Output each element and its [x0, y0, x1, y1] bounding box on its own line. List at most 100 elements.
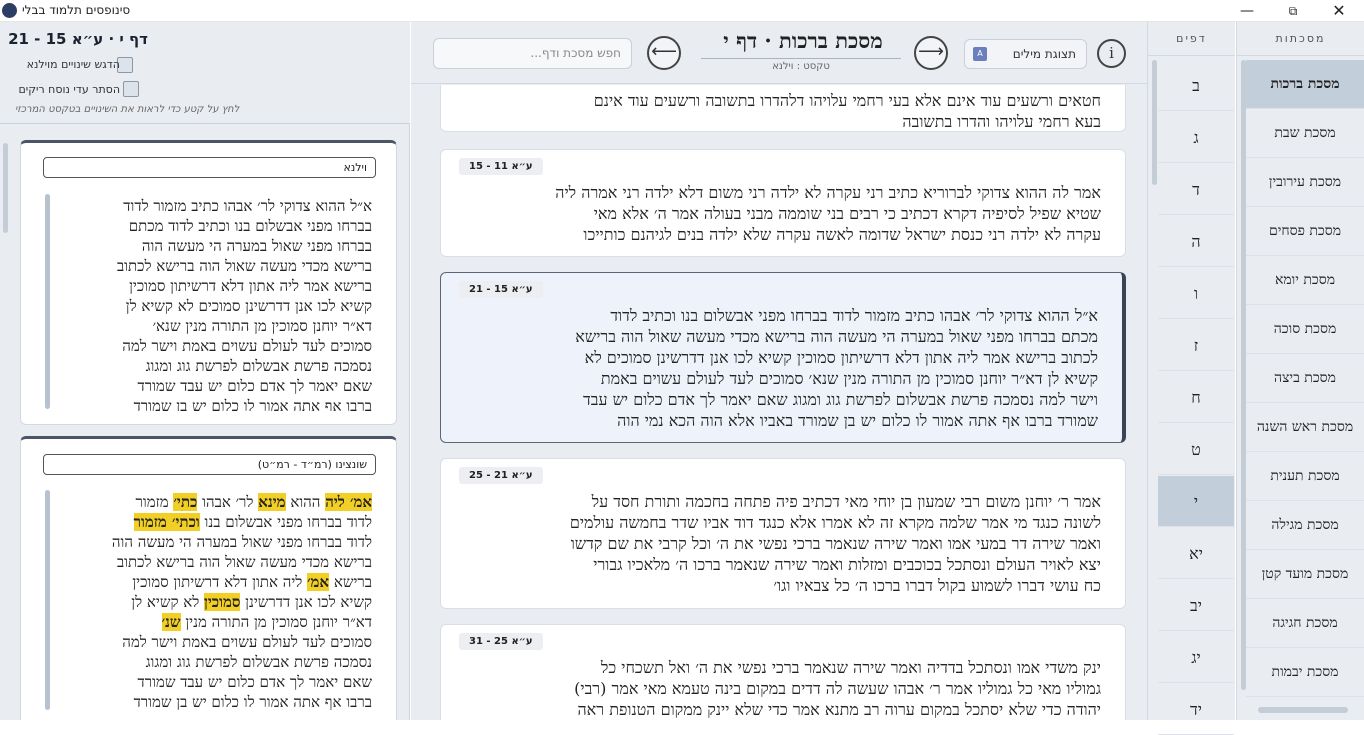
- segment-line: וישר למה נסמכה פרשת אבשלום לפרשת גוג ומג…: [583, 390, 1098, 409]
- tractate-item[interactable]: מסכת יומא: [1246, 256, 1364, 305]
- version-line: קשיא לכו אנן דדרשינן סמוכין לא קשיא לן: [37, 592, 372, 612]
- tractate-item[interactable]: מסכת סוכה: [1246, 305, 1364, 354]
- tractate-item[interactable]: מסכת חגיגה: [1246, 599, 1364, 648]
- tractate-item[interactable]: מסכת עירובין: [1246, 158, 1364, 207]
- next-page-button[interactable]: ⟶: [914, 36, 948, 70]
- text-segment[interactable]: ע״א 21 - 25 אמר ר׳ יוחנן משום רבי שמעון …: [440, 458, 1126, 609]
- changed-word: שנ׳: [161, 613, 181, 631]
- segment-line: חטאים ורשעים עוד אינם אלא בעי רחמי עלויה…: [593, 91, 1101, 110]
- segment-line: עקרה לא ילדה רני כנסת ישראל שדומה לאשה ע…: [583, 225, 1101, 244]
- tractate-item[interactable]: מסכת מועד קטן: [1246, 550, 1364, 599]
- search-input[interactable]: חפש מסכת ודף...: [433, 38, 632, 69]
- version-line: נסמכה פרשת אבשלום לפרשת גוג ומגוג: [145, 357, 372, 375]
- text-source-label: טקסט : וילנא: [701, 58, 901, 72]
- text-run: ברישא מכדי מעשה שאול הוה ברישא לכתוב: [116, 553, 372, 571]
- text-run: נסמכה פרשת אבשלום לפרשת גוג ומגוג: [145, 653, 372, 671]
- page-item[interactable]: ט: [1158, 424, 1234, 475]
- segment-line: בעא רחמי עלויהו והדרו בתשובה: [902, 112, 1101, 131]
- page-item[interactable]: יא: [1158, 528, 1234, 579]
- tractate-item[interactable]: מסכת ראש השנה: [1246, 403, 1364, 452]
- version-line: בברחו מפני שאול במערה הי מעשה הוה: [141, 237, 372, 255]
- prev-page-button[interactable]: ⟵: [647, 36, 681, 70]
- word-view-icon: A: [973, 47, 987, 61]
- versions-scrollbar[interactable]: [3, 143, 8, 233]
- version-label: וילנא: [43, 157, 376, 178]
- horizontal-scrollbar[interactable]: [1258, 707, 1348, 713]
- pages-scrollbar[interactable]: [1152, 60, 1157, 185]
- segment-badge: ע״א 25 - 31: [459, 633, 543, 650]
- segment-line: ואמר שירה דר במעי אמו ואמר שירה שנאמר בר…: [570, 534, 1101, 553]
- versions-list[interactable]: וילנא א״ל ההוא צדוקי לר׳ אבהו כתיב מזמור…: [0, 125, 410, 720]
- segment-line: א״ל ההוא צדוקי לר׳ אבהו כתיב מזמור לדוד …: [610, 306, 1098, 325]
- page-item[interactable]: ג: [1158, 112, 1234, 163]
- changed-word: סמוכין: [204, 593, 241, 611]
- segment-line: ינק משדי אמו ונסתכל בדדיה ואמר שירה שנאמ…: [600, 658, 1101, 677]
- text-segment[interactable]: חטאים ורשעים עוד אינם אלא בעי רחמי עלויה…: [440, 85, 1126, 132]
- segment-text: אמר לה ההוא צדוקי לברוריא כתיב רני עקרה …: [457, 182, 1101, 245]
- version-line: אמ׳ ליה ההוא מינא לר׳ אבהו כתי׳ מזמור: [37, 492, 372, 512]
- page-item-selected[interactable]: י: [1158, 476, 1234, 527]
- pages-panel: דפים ב ג ד ה ו ז ח ט י יא יב יג יד: [1147, 22, 1235, 735]
- instruction-hint: לחץ על קטע כדי לראות את השינויים בטקסט ה…: [15, 104, 240, 115]
- version-line: ברבו אף אתה אמור לו כלום יש בן שמורד: [133, 397, 372, 411]
- page-item[interactable]: יג: [1158, 632, 1234, 683]
- version-line: דא״ר יוחנן סמוכין מן התורה מנין שנ׳: [37, 612, 372, 632]
- segment-text: ינק משדי אמו ונסתכל בדדיה ואמר שירה שנאמ…: [457, 657, 1101, 720]
- tractate-item[interactable]: מסכת ביצה: [1246, 354, 1364, 403]
- tractates-header: מסכתות: [1237, 22, 1364, 56]
- close-button[interactable]: ✕: [1316, 0, 1362, 22]
- version-card-vilna[interactable]: וילנא א״ל ההוא צדוקי לר׳ אבהו כתיב מזמור…: [20, 140, 397, 425]
- word-view-button[interactable]: תצוגת מילים A: [964, 39, 1087, 69]
- versions-header: דף י · ע״א 15 - 21 הדגש שינויים מוילנא ה…: [0, 22, 410, 124]
- version-text: אמ׳ ליה ההוא מינא לר׳ אבהו כתי׳ מזמור לדו…: [37, 492, 372, 720]
- segment-badge: ע״א 11 - 15: [459, 158, 543, 175]
- text-run: ברבו אף אתה אמור לו כלום יש בן שמורד: [133, 693, 372, 711]
- page-item[interactable]: ד: [1158, 164, 1234, 215]
- app-title: סינופסים תלמוד בבלי: [22, 3, 131, 17]
- version-line: קשיא לכו אנן דדרשינן סמוכים לא קשיא לן: [125, 297, 372, 315]
- version-line: א״ל ההוא צדוקי לר׳ אבהו כתיב מזמור לדוד: [123, 197, 372, 215]
- page-item[interactable]: יב: [1158, 580, 1234, 631]
- segment-reference-title: דף י · ע״א 15 - 21: [8, 30, 148, 48]
- text-segment[interactable]: ע״א 25 - 31 ינק משדי אמו ונסתכל בדדיה וא…: [440, 624, 1126, 720]
- segments-list[interactable]: חטאים ורשעים עוד אינם אלא בעי רחמי עלויה…: [411, 85, 1147, 720]
- maximize-button[interactable]: ⧉: [1270, 0, 1316, 22]
- tractate-item[interactable]: מסכת יבמות: [1246, 648, 1364, 697]
- page-item[interactable]: ח: [1158, 372, 1234, 423]
- page-item[interactable]: ז: [1158, 320, 1234, 371]
- segment-line: יצא לאויר העולם ונסתכל בכוכבים ומזלות וא…: [593, 555, 1101, 574]
- changed-word: מינא: [258, 493, 286, 511]
- page-item[interactable]: ב: [1158, 60, 1234, 111]
- version-line: נסמכה פרשת אבשלום לפרשת גוג ומגוג: [37, 652, 372, 672]
- page-item[interactable]: ו: [1158, 268, 1234, 319]
- tractate-item[interactable]: מסכת מגילה: [1246, 501, 1364, 550]
- page-item[interactable]: יד: [1158, 684, 1234, 735]
- tractate-item[interactable]: מסכת פסחים: [1246, 207, 1364, 256]
- segment-line: גמוליו מאי כל גמוליו אמר ר׳ אבהו שעשה לה…: [574, 679, 1101, 698]
- page-item[interactable]: ה: [1158, 216, 1234, 267]
- changed-word: כתי׳: [173, 493, 198, 511]
- tractate-item-selected[interactable]: מסכת ברכות: [1246, 60, 1364, 109]
- version-label: שונצינו (רמ״ד - רמ״ט): [43, 454, 376, 475]
- text-segment[interactable]: ע״א 11 - 15 אמר לה ההוא צדוקי לברוריא כת…: [440, 149, 1126, 257]
- info-button[interactable]: i: [1097, 39, 1126, 68]
- highlight-changes-label: הדגש שינויים מוילנא: [26, 58, 120, 71]
- text-run: לדוד בברחו מפני אבשלום בנו: [199, 513, 372, 531]
- version-text: א״ל ההוא צדוקי לר׳ אבהו כתיב מזמור לדוד …: [37, 196, 372, 411]
- minimize-button[interactable]: —: [1224, 0, 1270, 22]
- changed-word: וכתי׳ מזמור: [133, 513, 200, 531]
- tractate-item[interactable]: מסכת שבת: [1246, 109, 1364, 158]
- version-line: בברחו מפני אבשלום בנו וכתיב לדוד מכתם: [128, 217, 372, 235]
- segment-badge: ע״א 15 - 21: [459, 281, 543, 298]
- text-segment-active[interactable]: ע״א 15 - 21 א״ל ההוא צדוקי לר׳ אבהו כתיב…: [440, 272, 1126, 443]
- hide-empty-checkbox[interactable]: [123, 81, 139, 97]
- main-text-panel: חפש מסכת ודף... ⟵ מסכת ברכות · דף י טקסט…: [411, 22, 1147, 720]
- version-card-soncino[interactable]: שונצינו (רמ״ד - רמ״ט) אמ׳ ליה ההוא מינא …: [20, 436, 397, 720]
- text-run: סמוכים לעד לעולם עשוים באמת וישר למה: [122, 633, 372, 651]
- version-line: שאם יאמר לך אדם כלום יש עבד שמורד: [137, 377, 372, 395]
- tractate-item[interactable]: מסכת תענית: [1246, 452, 1364, 501]
- page-title: מסכת ברכות · דף י: [723, 28, 883, 53]
- text-run: שאם יאמר לך אדם כלום יש עבד שמורד: [137, 673, 372, 691]
- version-line: ברישא מכדי מעשה שאול הוה ברישא לכתוב: [37, 552, 372, 572]
- segment-line: אמר לה ההוא צדוקי לברוריא כתיב רני עקרה …: [555, 183, 1101, 202]
